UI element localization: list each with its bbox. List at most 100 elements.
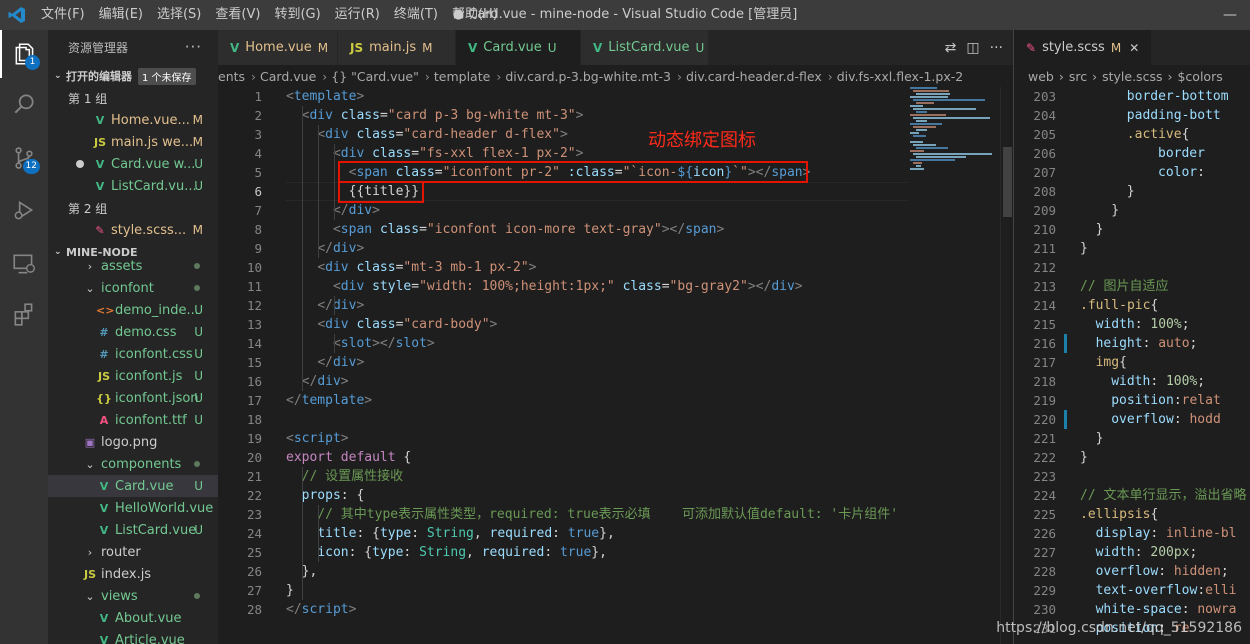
file-name: iconfont (101, 280, 154, 296)
css-file-icon: # (99, 325, 109, 339)
breadcrumb-item[interactable]: {} "Card.vue" (331, 69, 419, 84)
breadcrumb-2: web › src › style.scss › $colors (1014, 65, 1250, 87)
tab-main-js[interactable]: JS main.js M (338, 30, 456, 65)
minimap-line (916, 102, 934, 104)
file-name: iconfont.json (115, 390, 199, 406)
more-actions-icon[interactable]: ··· (990, 40, 1003, 56)
code-line: overflow: hidden; (1095, 564, 1229, 579)
search-icon[interactable] (0, 80, 48, 128)
breadcrumb-item[interactable]: web (1028, 69, 1054, 84)
line-number: 230 (1033, 602, 1056, 617)
tree-item[interactable]: › router (48, 541, 218, 563)
split-editor-icon[interactable]: ◫ (966, 40, 979, 56)
menu-item[interactable]: 帮助(H) (445, 0, 505, 30)
group-2-label: 第 2 组 (68, 201, 108, 216)
tab-card-vue[interactable]: V Card.vue U (456, 30, 581, 65)
modified-dot-icon (194, 285, 200, 291)
line-number: 222 (1033, 450, 1056, 465)
tree-item[interactable]: V Article.vue (48, 629, 218, 644)
tree-item[interactable]: ▣ logo.png (48, 431, 218, 453)
minimap-line (916, 156, 966, 158)
code-editor[interactable]: 1 <template> 2 <div class="card p-3 bg-whi… (218, 87, 908, 644)
menu-item[interactable]: 选择(S) (150, 0, 208, 30)
code-line: overflow: hodd (1111, 412, 1221, 427)
image-file-icon: ▣ (84, 435, 96, 449)
breadcrumb-item[interactable]: style.scss (1102, 69, 1162, 84)
explorer-icon[interactable]: 1 (0, 30, 48, 78)
open-editor-item[interactable]: V ListCard.vu... U (48, 175, 218, 197)
scrollbar-thumb[interactable] (1003, 147, 1012, 217)
run-debug-icon[interactable] (0, 186, 48, 234)
open-editor-item[interactable]: JS main.js we... M (48, 131, 218, 153)
tree-item[interactable]: V ListCard.vue U (48, 519, 218, 541)
remote-explorer-icon[interactable] (0, 240, 48, 288)
line-number: 1 (254, 89, 262, 104)
tree-item[interactable]: ⌄ iconfont (48, 277, 218, 299)
tree-item[interactable]: V About.vue (48, 607, 218, 629)
explorer-header: 资源管理器 ··· (48, 30, 218, 65)
tree-item[interactable]: # demo.css U (48, 321, 218, 343)
minimize-icon[interactable]: — (1210, 0, 1250, 30)
breadcrumb-item[interactable]: ents (218, 69, 245, 84)
tab-home-vue[interactable]: V Home.vue M (218, 30, 338, 65)
menu-item[interactable]: 编辑(E) (92, 0, 150, 30)
line-number: 7 (254, 203, 262, 218)
extensions-icon[interactable] (0, 290, 48, 338)
code-editor-2[interactable]: 203 border-bottom 204 padding-bott 205 .activ… (1014, 87, 1250, 644)
tab-listcard-vue[interactable]: V ListCard.vue U (581, 30, 709, 65)
chevron-down-icon: ⌄ (85, 457, 95, 471)
source-control-icon[interactable]: 12 (0, 134, 48, 182)
code-line: <template> (286, 89, 365, 104)
tree-item[interactable]: {} iconfont.json U (48, 387, 218, 409)
more-actions-icon[interactable]: ··· (185, 30, 202, 65)
breadcrumb-item[interactable]: div.card-header.d-flex (686, 69, 822, 84)
code-line: display: inline-bl (1095, 526, 1237, 541)
open-editor-item[interactable]: ✎ style.scss... M (48, 219, 218, 241)
tree-item[interactable]: ⌄ views (48, 585, 218, 607)
vertical-scrollbar[interactable] (1000, 87, 1013, 644)
tab-label: Home.vue (245, 40, 312, 55)
title-bar: 文件(F) 编辑(E) 选择(S) 查看(V) 转到(G) 运行(R) 终端(T) 帮助(H)… (0, 0, 1250, 30)
breadcrumb-item[interactable]: div.card.p-3.bg-white.mt-3 (505, 69, 671, 84)
breadcrumb-item[interactable]: template (434, 69, 490, 84)
code-line: <div class="mt-3 mb-1 px-2"> (317, 260, 537, 275)
open-editor-item[interactable]: V Home.vue... M (48, 109, 218, 131)
compare-icon[interactable]: ⇄ (945, 40, 957, 56)
line-number: 9 (254, 241, 262, 256)
close-icon[interactable]: ✕ (1129, 41, 1139, 55)
tree-item[interactable]: V HelloWorld.vue (48, 497, 218, 519)
line-number: 220 (1033, 412, 1056, 427)
js-file-icon: JS (93, 135, 106, 149)
js-file-icon: JS (83, 567, 96, 581)
tree-item[interactable]: JS index.js (48, 563, 218, 585)
menu-item[interactable]: 终端(T) (387, 0, 445, 30)
breadcrumb-item[interactable]: Card.vue (260, 69, 316, 84)
vue-file-icon: V (99, 611, 109, 625)
tree-item[interactable]: ⌄ components (48, 453, 218, 475)
tree-item[interactable]: # iconfont.css U (48, 343, 218, 365)
tree-item[interactable]: Aiconfont.ttf U (48, 409, 218, 431)
file-name: About.vue (115, 610, 182, 626)
menu-item[interactable]: 文件(F) (34, 0, 92, 30)
minimap[interactable] (910, 87, 1000, 207)
tree-item[interactable]: V Card.vue U (48, 475, 218, 497)
tree-item[interactable]: JS iconfont.js U (48, 365, 218, 387)
breadcrumb-item[interactable]: div.fs-xxl.flex-1.px-2 (837, 69, 963, 84)
tree-item[interactable]: <> demo_inde... U (48, 299, 218, 321)
open-editor-item[interactable]: V Card.vue w... U (48, 153, 218, 175)
menu-item[interactable]: 转到(G) (267, 0, 327, 30)
minimap-line (910, 132, 919, 134)
menu-item[interactable]: 查看(V) (208, 0, 267, 30)
git-status: M (192, 113, 203, 127)
file-name: ListCard.vu... (111, 178, 197, 194)
open-editors-section[interactable]: ⌄ 打开的编辑器 1 个未保存 (48, 65, 218, 87)
code-line: .active{ (1126, 127, 1190, 142)
breadcrumb-item[interactable]: src (1069, 69, 1087, 84)
indent-guide (302, 467, 303, 600)
breadcrumb-item[interactable]: $colors (1177, 69, 1222, 84)
tree-item[interactable]: › assets (48, 255, 218, 277)
menu-item[interactable]: 运行(R) (328, 0, 387, 30)
tab-style-scss[interactable]: ✎ style.scss M ✕ (1014, 30, 1153, 65)
git-status: U (194, 325, 203, 339)
tab-label: ListCard.vue (608, 40, 690, 55)
